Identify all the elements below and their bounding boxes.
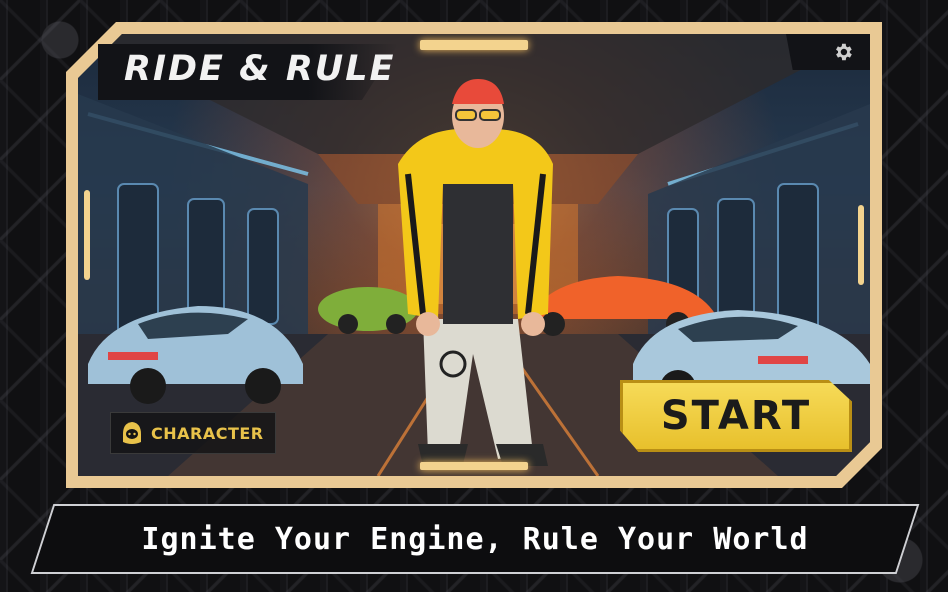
- frame-left-light: [84, 190, 90, 280]
- hooded-figure-icon: [119, 420, 145, 446]
- game-title: RIDE & RULE: [124, 49, 396, 89]
- character-button-label: CHARACTER: [151, 423, 264, 443]
- tagline: Ignite Your Engine, Rule Your World: [141, 521, 809, 557]
- character-button[interactable]: CHARACTER: [110, 412, 276, 454]
- start-button[interactable]: START: [620, 380, 852, 452]
- frame-right-light: [858, 205, 864, 285]
- start-button-label: START: [660, 393, 812, 439]
- frame-bottom-light: [420, 462, 528, 470]
- settings-panel: [786, 34, 870, 70]
- frame-top-light: [420, 40, 528, 50]
- gear-icon[interactable]: [832, 41, 854, 63]
